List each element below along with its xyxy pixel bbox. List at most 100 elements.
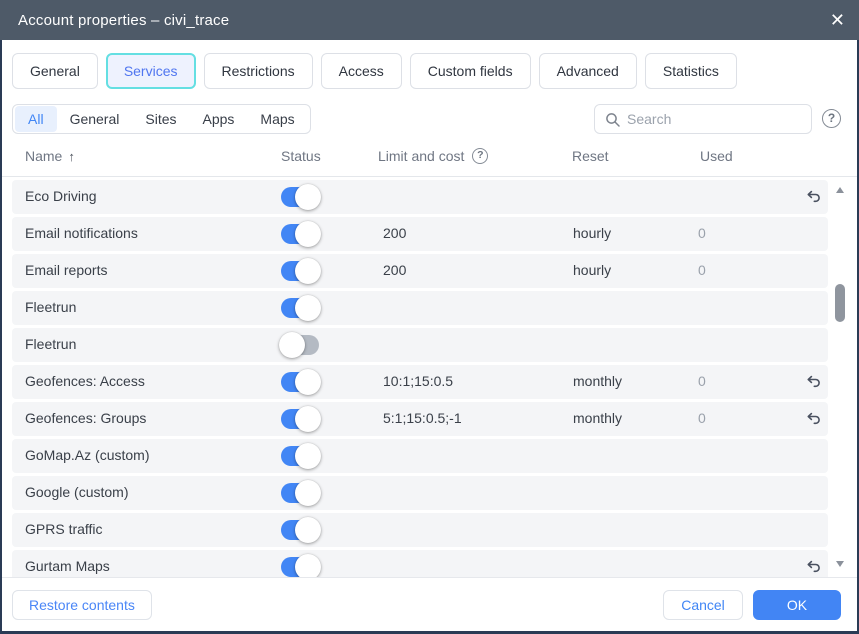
toggle-knob xyxy=(295,184,321,210)
status-toggle[interactable] xyxy=(281,446,319,466)
service-name: Email reports xyxy=(25,262,107,278)
status-toggle[interactable] xyxy=(281,557,319,577)
used-value: 0 xyxy=(698,225,706,241)
status-toggle[interactable] xyxy=(281,409,319,429)
filter-tab[interactable]: General xyxy=(57,106,133,132)
used-value: 0 xyxy=(698,410,706,426)
scroll-down-arrow-icon[interactable] xyxy=(836,561,844,567)
column-name-label: Name xyxy=(25,148,62,164)
ok-button[interactable]: OK xyxy=(753,590,841,620)
dialog-tabs: General Services Restrictions Access Cus… xyxy=(2,40,857,100)
service-name: GPRS traffic xyxy=(25,521,103,537)
dialog-tab[interactable]: Statistics xyxy=(645,53,737,89)
cancel-button[interactable]: Cancel xyxy=(663,590,743,620)
scrollbar-thumb[interactable] xyxy=(835,284,845,322)
column-header-used: Used xyxy=(700,148,733,164)
scrollbar[interactable] xyxy=(832,178,848,576)
search-box xyxy=(594,104,812,134)
toggle-knob xyxy=(295,221,321,247)
service-row: Geofences: Access 10:1;15:0.5 monthly 0 xyxy=(12,365,828,399)
reset-value: hourly xyxy=(573,262,611,278)
status-toggle[interactable] xyxy=(281,335,319,355)
restore-contents-button[interactable]: Restore contents xyxy=(12,590,152,620)
limit-help-icon[interactable]: ? xyxy=(472,148,488,164)
service-category-filter: All General Sites Apps Maps xyxy=(12,104,311,134)
toggle-knob xyxy=(279,332,305,358)
service-name: Fleetrun xyxy=(25,299,76,315)
service-name: Geofences: Access xyxy=(25,373,145,389)
account-properties-dialog: Account properties – civi_trace ✕ Genera… xyxy=(0,0,859,634)
undo-button[interactable] xyxy=(804,188,822,206)
dialog-footer: Restore contents Cancel OK xyxy=(2,577,857,631)
column-header-limit: Limit and cost ? xyxy=(378,148,488,164)
dialog-title: Account properties – civi_trace xyxy=(18,12,229,29)
reset-value: hourly xyxy=(573,225,611,241)
used-value: 0 xyxy=(698,262,706,278)
service-row: Email reports 200 hourly 0 xyxy=(12,254,828,288)
dialog-tab[interactable]: Services xyxy=(106,53,196,89)
search-input[interactable] xyxy=(627,105,807,133)
tab-label: Statistics xyxy=(663,63,719,79)
service-name: Eco Driving xyxy=(25,188,97,204)
dialog-tab[interactable]: Restrictions xyxy=(204,53,313,89)
tab-label: Custom fields xyxy=(428,63,513,79)
filter-tab-label: General xyxy=(70,111,120,127)
scroll-up-arrow-icon[interactable] xyxy=(836,187,844,193)
filter-tab[interactable]: Sites xyxy=(132,106,189,132)
tab-label: Access xyxy=(339,63,384,79)
service-name: Gurtam Maps xyxy=(25,558,110,574)
undo-button[interactable] xyxy=(804,373,822,391)
help-icon[interactable]: ? xyxy=(822,109,841,128)
status-toggle[interactable] xyxy=(281,224,319,244)
service-row: Email notifications 200 hourly 0 xyxy=(12,217,828,251)
filter-tab[interactable]: Apps xyxy=(190,106,248,132)
dialog-tab[interactable]: Access xyxy=(321,53,402,89)
column-header-reset: Reset xyxy=(572,148,609,164)
toggle-knob xyxy=(295,517,321,543)
undo-button[interactable] xyxy=(804,558,822,576)
column-header-name[interactable]: Name↑ xyxy=(25,148,75,164)
limit-value: 200 xyxy=(383,262,406,278)
tab-label: Services xyxy=(124,63,178,79)
status-toggle[interactable] xyxy=(281,483,319,503)
service-name: Email notifications xyxy=(25,225,138,241)
close-icon[interactable]: ✕ xyxy=(830,11,845,29)
undo-icon xyxy=(804,558,822,576)
status-toggle[interactable] xyxy=(281,261,319,281)
dialog-tab[interactable]: Custom fields xyxy=(410,53,531,89)
undo-button[interactable] xyxy=(804,410,822,428)
service-name: Geofences: Groups xyxy=(25,410,146,426)
tab-label: Advanced xyxy=(557,63,619,79)
service-row: Fleetrun xyxy=(12,328,828,362)
toggle-knob xyxy=(295,443,321,469)
toggle-knob xyxy=(295,406,321,432)
status-toggle[interactable] xyxy=(281,298,319,318)
limit-value: 5:1;15:0.5;-1 xyxy=(383,410,462,426)
filter-tab-label: Apps xyxy=(203,111,235,127)
service-row: GoMap.Az (custom) xyxy=(12,439,828,473)
table-header: Name↑ Status Limit and cost ? Reset Used xyxy=(2,139,857,177)
dialog-tab[interactable]: General xyxy=(12,53,98,89)
dialog-tab[interactable]: Advanced xyxy=(539,53,637,89)
filter-tab[interactable]: All xyxy=(15,106,57,132)
filter-tab[interactable]: Maps xyxy=(247,106,307,132)
services-toolbar: All General Sites Apps Maps ? xyxy=(2,104,857,136)
filter-tab-label: Sites xyxy=(145,111,176,127)
limit-value: 10:1;15:0.5 xyxy=(383,373,453,389)
service-name: Fleetrun xyxy=(25,336,76,352)
service-row: Eco Driving xyxy=(12,180,828,214)
service-row: Fleetrun xyxy=(12,291,828,325)
limit-value: 200 xyxy=(383,225,406,241)
toggle-knob xyxy=(295,295,321,321)
status-toggle[interactable] xyxy=(281,372,319,392)
undo-icon xyxy=(804,188,822,206)
service-row: GPRS traffic xyxy=(12,513,828,547)
status-toggle[interactable] xyxy=(281,187,319,207)
column-header-status: Status xyxy=(281,148,321,164)
undo-icon xyxy=(804,373,822,391)
service-row: Gurtam Maps xyxy=(12,550,828,577)
dialog-titlebar: Account properties – civi_trace ✕ xyxy=(0,0,859,40)
services-list-viewport: Eco Driving Email notifications 200 hour… xyxy=(2,177,857,577)
status-toggle[interactable] xyxy=(281,520,319,540)
toggle-knob xyxy=(295,369,321,395)
